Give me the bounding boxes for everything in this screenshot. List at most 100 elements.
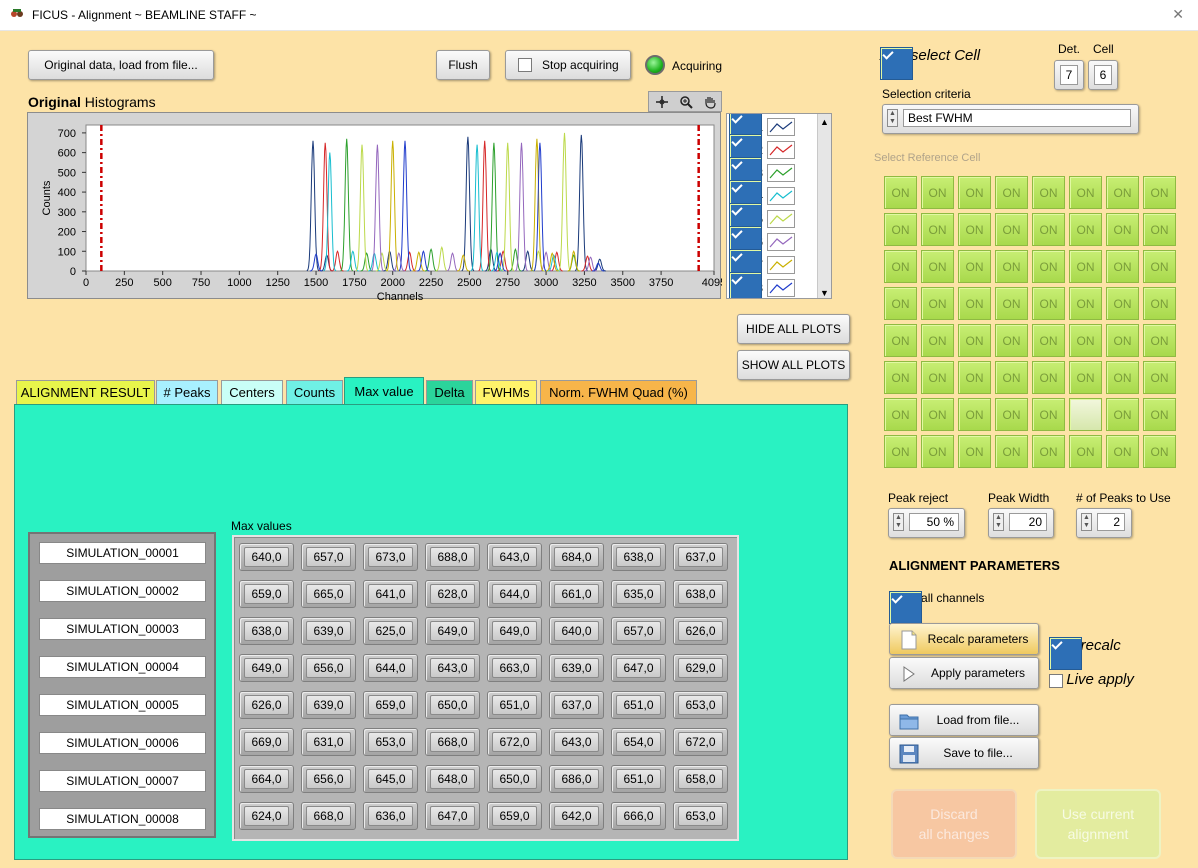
reference-cell-button[interactable]: ON: [995, 250, 1028, 283]
peak-reject-value[interactable]: 50 %: [909, 513, 959, 531]
reference-cell-button[interactable]: ON: [995, 361, 1028, 394]
reference-cell-button[interactable]: ON: [958, 324, 991, 357]
reference-cell-button[interactable]: ON: [884, 361, 917, 394]
reference-cell-button[interactable]: ON: [995, 213, 1028, 246]
load-from-file-button[interactable]: Load from file...: [889, 704, 1039, 736]
reference-cell-button[interactable]: ON: [1106, 324, 1139, 357]
live-apply-checkbox-box[interactable]: [1049, 673, 1063, 688]
recalc-parameters-button[interactable]: Recalc parameters: [889, 623, 1039, 655]
cell-field[interactable]: 6: [1088, 60, 1118, 90]
reference-cell-button[interactable]: ON: [995, 324, 1028, 357]
legend-swatch[interactable]: [767, 187, 795, 205]
reference-cell-button[interactable]: ON: [884, 287, 917, 320]
num-peaks-spinner-icon[interactable]: ▲ ▼: [1081, 513, 1092, 531]
selection-criteria-select[interactable]: ▲ ▼ Best FWHM: [882, 104, 1139, 134]
det-field[interactable]: 7: [1054, 60, 1084, 90]
legend-scrollbar[interactable]: ▲ ▼: [817, 114, 831, 298]
reference-cell-button[interactable]: ON: [1106, 176, 1139, 209]
reference-cell-button[interactable]: ON: [921, 287, 954, 320]
reference-cell-button[interactable]: ON: [1143, 287, 1176, 320]
reference-cell-button[interactable]: ON: [1069, 398, 1102, 431]
reference-cell-button[interactable]: ON: [1032, 250, 1065, 283]
tab-norm-fwhm-quad[interactable]: Norm. FWHM Quad (%): [540, 380, 697, 404]
reference-cell-button[interactable]: ON: [958, 361, 991, 394]
peak-reject-spinner-icon[interactable]: ▲ ▼: [893, 513, 904, 531]
peak-reject-field[interactable]: ▲ ▼ 50 %: [888, 508, 965, 538]
reference-cell-button[interactable]: ON: [1069, 250, 1102, 283]
peak-width-spinner-icon[interactable]: ▲ ▼: [993, 513, 1004, 531]
close-icon[interactable]: ✕: [1172, 6, 1184, 23]
num-peaks-field[interactable]: ▲ ▼ 2: [1076, 508, 1132, 538]
flush-button[interactable]: Flush: [436, 50, 490, 80]
selection-criteria-spinner-icon[interactable]: ▲ ▼: [887, 109, 898, 127]
legend-swatch[interactable]: [767, 164, 795, 182]
reference-cell-button[interactable]: ON: [1069, 324, 1102, 357]
autoselect-checkbox-box[interactable]: [880, 47, 913, 80]
reference-cell-button[interactable]: ON: [921, 361, 954, 394]
reference-cell-button[interactable]: ON: [1143, 176, 1176, 209]
legend-item[interactable]: D1.C8: [729, 271, 817, 298]
live-apply-checkbox[interactable]: Live apply: [1049, 671, 1134, 688]
reference-cell-button[interactable]: ON: [921, 176, 954, 209]
apply-parameters-button[interactable]: Apply parameters: [889, 657, 1039, 689]
align-all-channels-checkbox[interactable]: Align all channels: [889, 591, 984, 624]
reference-cell-button[interactable]: ON: [1106, 250, 1139, 283]
reference-cell-button[interactable]: ON: [884, 213, 917, 246]
discard-all-changes-button[interactable]: Discard all changes: [891, 789, 1017, 859]
reference-cell-button[interactable]: ON: [1032, 213, 1065, 246]
reference-cell-button[interactable]: ON: [995, 435, 1028, 468]
reference-cell-button[interactable]: ON: [921, 213, 954, 246]
legend-swatch[interactable]: [767, 256, 795, 274]
tab-centers[interactable]: Centers: [221, 380, 283, 404]
reference-cell-button[interactable]: ON: [1032, 287, 1065, 320]
reference-cell-button[interactable]: ON: [995, 176, 1028, 209]
legend-swatch[interactable]: [767, 279, 795, 297]
hide-all-plots-button[interactable]: HIDE ALL PLOTS: [737, 314, 850, 344]
legend-swatch[interactable]: [767, 141, 795, 159]
reference-cell-button[interactable]: ON: [995, 287, 1028, 320]
selection-criteria-value[interactable]: Best FWHM: [903, 109, 1131, 127]
zoom-icon[interactable]: [679, 95, 693, 109]
reference-cell-button[interactable]: ON: [958, 250, 991, 283]
reference-cell-button[interactable]: ON: [1069, 213, 1102, 246]
pan-hand-icon[interactable]: [703, 95, 717, 109]
align-all-checkbox-box[interactable]: [889, 591, 922, 624]
show-all-plots-button[interactable]: SHOW ALL PLOTS: [737, 350, 850, 380]
reference-cell-button[interactable]: ON: [958, 435, 991, 468]
live-recalc-checkbox[interactable]: Live recalc: [1049, 637, 1121, 670]
legend-swatch[interactable]: [767, 118, 795, 136]
scroll-up-icon[interactable]: ▲: [820, 117, 829, 127]
stop-acquiring-checkbox[interactable]: [518, 58, 532, 72]
reference-cell-button[interactable]: ON: [1143, 213, 1176, 246]
reference-cell-button[interactable]: ON: [958, 287, 991, 320]
reference-cell-button[interactable]: ON: [921, 324, 954, 357]
reference-cell-button[interactable]: ON: [921, 250, 954, 283]
tab-delta[interactable]: Delta: [426, 380, 473, 404]
save-to-file-button[interactable]: Save to file...: [889, 737, 1039, 769]
peak-width-value[interactable]: 20: [1009, 513, 1047, 531]
reference-cell-button[interactable]: ON: [1069, 287, 1102, 320]
crosshair-icon[interactable]: [655, 95, 669, 109]
use-current-alignment-button[interactable]: Use current alignment: [1035, 789, 1161, 859]
histogram-chart[interactable]: 0 250 500 750 1000 1250 1500 1750 2000 2250 2500 27…: [27, 112, 722, 300]
reference-cell-button[interactable]: ON: [884, 176, 917, 209]
tab-fwhms[interactable]: FWHMs: [475, 380, 537, 404]
reference-cell-button[interactable]: ON: [1106, 435, 1139, 468]
reference-cell-button[interactable]: ON: [958, 176, 991, 209]
legend-swatch[interactable]: [767, 233, 795, 251]
stop-acquiring-button[interactable]: Stop acquiring: [505, 50, 631, 80]
reference-cell-button[interactable]: ON: [1143, 250, 1176, 283]
scroll-down-icon[interactable]: ▼: [820, 288, 829, 298]
reference-cell-button[interactable]: ON: [921, 398, 954, 431]
reference-cell-button[interactable]: ON: [1032, 398, 1065, 431]
tab-peaks[interactable]: # Peaks: [156, 380, 218, 404]
reference-cell-button[interactable]: ON: [958, 213, 991, 246]
reference-cell-button[interactable]: ON: [1106, 398, 1139, 431]
reference-cell-button[interactable]: ON: [1106, 361, 1139, 394]
det-value[interactable]: 7: [1060, 65, 1078, 85]
reference-cell-button[interactable]: ON: [1032, 324, 1065, 357]
live-recalc-checkbox-box[interactable]: [1049, 637, 1082, 670]
legend-swatch[interactable]: [767, 210, 795, 228]
tab-counts[interactable]: Counts: [286, 380, 343, 404]
reference-cell-button[interactable]: ON: [958, 398, 991, 431]
